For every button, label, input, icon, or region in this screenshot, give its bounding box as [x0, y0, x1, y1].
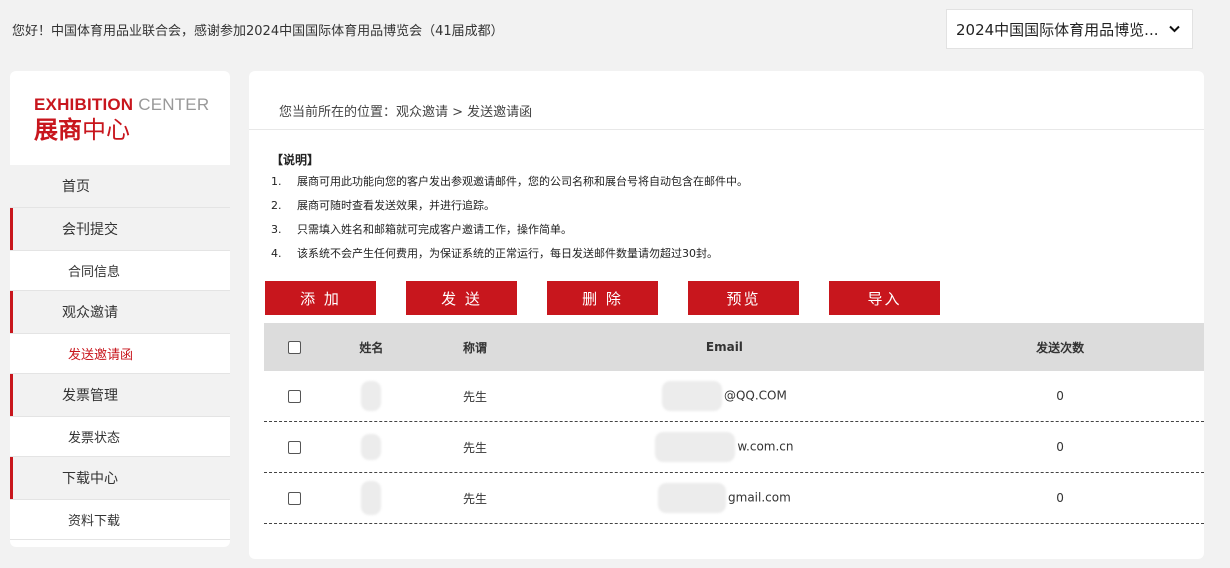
cell-title: 先生 [463, 440, 488, 455]
sidebar-group-invoice[interactable]: 发票管理 [10, 374, 230, 417]
instructions: 【说明】 1. 展商可用此功能向您的客户发出参观邀请邮件，您的公司名称和展台号将自… [271, 151, 748, 270]
cell-send-count: 0 [1056, 491, 1064, 505]
sidebar-item-home[interactable]: 首页 [10, 165, 230, 208]
delete-button[interactable]: 删 除 [547, 281, 658, 315]
sidebar-group-visitor-invite[interactable]: 观众邀请 [10, 291, 230, 334]
chevron-down-icon [1168, 23, 1180, 35]
exhibition-select-value: 2024中国国际体育用品博览... [956, 20, 1159, 39]
sidebar-menu: 首页 会刊提交 合同信息 观众邀请 发送邀请函 发票管理 发票状态 下载中心 资… [10, 165, 230, 540]
sidebar-item-materials-download[interactable]: 资料下载 [10, 500, 230, 540]
select-all-checkbox[interactable] [288, 340, 302, 354]
top-bar: 您好！中国体育用品业联合会，感谢参加2024中国国际体育用品博览会（41届成都）… [0, 0, 1230, 60]
exhibition-center-logo: EXHIBITION CENTER 展商中心 [34, 95, 209, 145]
row-checkbox[interactable] [288, 491, 302, 505]
header-send-count: 发送次数 [1036, 340, 1085, 355]
main-panel: 您当前所在的位置：观众邀请 > 发送邀请函 【说明】 1. 展商可用此功能向您的客… [249, 71, 1204, 559]
instruction-line: 3. 只需填入姓名和邮箱就可完成客户邀请工作，操作简单。 [271, 223, 572, 236]
instruction-line: 2. 展商可随时查看发送效果，并进行追踪。 [271, 199, 495, 212]
name-redacted [361, 381, 382, 411]
email-redacted [655, 432, 736, 462]
exhibition-select[interactable]: 2024中国国际体育用品博览... [946, 9, 1193, 49]
name-redacted [361, 481, 382, 515]
cell-email: @QQ.COM [723, 388, 787, 403]
row-checkbox[interactable] [288, 440, 302, 454]
preview-button[interactable]: 预览 [688, 281, 799, 315]
import-button[interactable]: 导入 [829, 281, 940, 315]
logo-en-rest: CENTER [133, 95, 210, 114]
cell-send-count: 0 [1056, 389, 1064, 403]
instruction-line: 1. 展商可用此功能向您的客户发出参观邀请邮件，您的公司名称和展台号将自动包含在邮… [271, 175, 748, 188]
sidebar-item-contract-info[interactable]: 合同信息 [10, 251, 230, 291]
instruction-line: 4. 该系统不会产生任何费用，为保证系统的正常运行，每日发送邮件数量请勿超过30封… [271, 247, 718, 260]
table-row: 先生 w.com.cn 0 [264, 422, 1204, 473]
email-redacted [661, 381, 722, 411]
add-button[interactable]: 添 加 [265, 281, 376, 315]
sidebar-group-download[interactable]: 下载中心 [10, 457, 230, 500]
send-button[interactable]: 发 送 [406, 281, 517, 315]
sidebar-item-send-invitation[interactable]: 发送邀请函 [10, 334, 230, 374]
sidebar-item-invoice-status[interactable]: 发票状态 [10, 417, 230, 457]
invitation-table: 姓名 称谓 Email 发送次数 先生 @QQ.COM 0 先生 w.com.c… [264, 323, 1204, 524]
action-buttons: 添 加 发 送 删 除 预览 导入 [265, 281, 970, 315]
greeting-text: 您好！中国体育用品业联合会，感谢参加2024中国国际体育用品博览会（41届成都） [12, 24, 504, 39]
cell-email: gmail.com [728, 490, 791, 505]
table-header: 姓名 称谓 Email 发送次数 [264, 323, 1204, 371]
cell-email: w.com.cn [737, 439, 794, 454]
logo-cn-bold: 展商 [34, 116, 82, 144]
sidebar: EXHIBITION CENTER 展商中心 首页 会刊提交 合同信息 观众邀请… [10, 71, 230, 547]
header-title: 称谓 [463, 340, 488, 355]
header-email: Email [705, 340, 743, 354]
name-redacted [361, 434, 382, 460]
email-redacted [658, 483, 727, 513]
sidebar-group-catalog-submit[interactable]: 会刊提交 [10, 208, 230, 251]
logo-en-bold: EXHIBITION [34, 95, 134, 114]
divider [249, 129, 1204, 130]
cell-title: 先生 [463, 491, 488, 506]
cell-title: 先生 [463, 389, 488, 404]
header-name: 姓名 [359, 340, 384, 355]
instructions-title: 【说明】 [271, 153, 320, 167]
table-row: 先生 gmail.com 0 [264, 473, 1204, 524]
table-row: 先生 @QQ.COM 0 [264, 371, 1204, 422]
breadcrumb: 您当前所在的位置：观众邀请 > 发送邀请函 [279, 105, 533, 120]
cell-send-count: 0 [1056, 440, 1064, 454]
logo-cn-rest: 中心 [82, 116, 130, 144]
row-checkbox[interactable] [288, 389, 302, 403]
